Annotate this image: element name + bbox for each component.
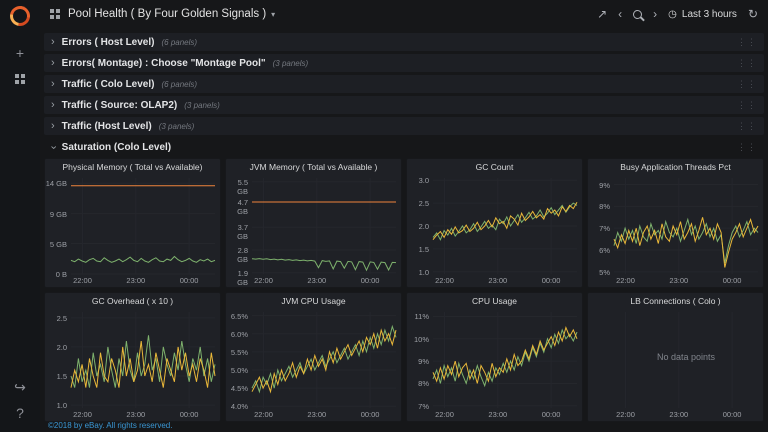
panel-busy-threads: Busy Application Threads Pct 9%8%7%6%5%2… [587,158,764,288]
panel-title[interactable]: JVM Memory ( Total vs Available ) [226,159,401,174]
time-range-picker[interactable]: ◷ Last 3 hours [668,9,737,20]
busy-threads-chart[interactable]: 9%8%7%6%5%22:0023:0000:00 [588,174,763,287]
row-title: Errors ( Host Level) [62,37,155,48]
jvm-cpu-usage-chart[interactable]: 6.5%6.0%5.5%5.0%4.5%4.0%22:0023:0000:00 [226,308,401,421]
panel-title[interactable]: CPU Usage [407,293,582,308]
row-title: Traffic ( Colo Level) [62,79,155,90]
panel-title[interactable]: Busy Application Threads Pct [588,159,763,174]
jvm-memory-chart[interactable]: 5.5 GB4.7 GB3.7 GB2.8 GB1.9 GB22:0023:00… [226,174,401,287]
chevron-right-icon: › [51,58,55,69]
row-title: Errors( Montage) : Choose "Montage Pool" [62,58,266,69]
panel-grid: Physical Memory ( Total vs Available) 14… [44,158,764,422]
share-icon[interactable]: ↗ [597,8,607,20]
search-icon[interactable] [633,10,642,19]
nav-actions: ↗ ‹ › ◷ Last 3 hours ↻ [597,8,758,20]
row-saturation-colo-level[interactable]: › Saturation (Colo Level) ⋮⋮ [44,138,764,156]
copyright-link[interactable]: ©2018 by eBay. All rights reserved. [48,421,172,430]
gc-count-chart[interactable]: 3.02.52.01.51.022:0023:0000:00 [407,174,582,287]
time-range-label: Last 3 hours [682,9,737,20]
row-traffic-source-olap2[interactable]: › Traffic ( Source: OLAP2) (3 panels) ⋮⋮ [44,96,764,114]
panel-title[interactable]: GC Overhead ( x 10 ) [45,293,220,308]
row-errors-host-level[interactable]: › Errors ( Host Level) (6 panels) ⋮⋮ [44,33,764,51]
panel-jvm-cpu-usage: JVM CPU Usage 6.5%6.0%5.5%5.0%4.5%4.0%22… [225,292,402,422]
chevron-down-icon: › [47,145,58,149]
chevron-left-icon[interactable]: ‹ [618,8,622,20]
panel-cpu-usage: CPU Usage 11%10%9%8%7%22:0023:0000:00 [406,292,583,422]
chevron-right-icon[interactable]: › [653,8,657,20]
row-errors-montage[interactable]: › Errors( Montage) : Choose "Montage Poo… [44,54,764,72]
row-panel-count: (3 panels) [184,101,220,110]
chevron-right-icon: › [51,79,55,90]
create-plus-icon[interactable]: + [0,40,40,66]
clock-icon: ◷ [668,9,677,20]
panel-title[interactable]: GC Count [407,159,582,174]
panel-gc-overhead: GC Overhead ( x 10 ) 2.52.01.51.022:0023… [44,292,221,422]
sign-in-icon[interactable]: ↪ [0,374,40,400]
help-icon[interactable]: ? [0,400,40,426]
row-panel-count: (3 panels) [273,59,309,68]
row-title: Saturation (Colo Level) [62,142,171,153]
row-title: Traffic (Host Level) [62,121,152,132]
chevron-right-icon: › [51,121,55,132]
physical-memory-chart[interactable]: 14 GB9 GB5 GB0 B22:0023:0000:00 [45,174,220,287]
dashboard-title[interactable]: Pool Health ( By Four Golden Signals ) [68,8,266,20]
drag-handle-icon[interactable]: ⋮⋮ [737,79,757,90]
dashboards-grid-icon [15,74,25,84]
chevron-right-icon: › [51,37,55,48]
panel-title[interactable]: LB Connections ( Colo ) [588,293,763,308]
panel-title[interactable]: Physical Memory ( Total vs Available) [45,159,220,174]
panel-gc-count: GC Count 3.02.52.01.51.022:0023:0000:00 [406,158,583,288]
grafana-logo-icon[interactable] [6,2,34,30]
row-panel-count: (6 panels) [161,38,197,47]
top-nav: Pool Health ( By Four Golden Signals ) ▾… [40,0,768,28]
lb-connections-chart[interactable]: 22:0023:0000:00No data points [588,308,763,421]
gc-overhead-chart[interactable]: 2.52.01.51.022:0023:0000:00 [45,308,220,421]
dashboard-rows: › Errors ( Host Level) (6 panels) ⋮⋮ › E… [44,33,764,159]
panel-jvm-memory: JVM Memory ( Total vs Available ) 5.5 GB… [225,158,402,288]
panel-lb-connections: LB Connections ( Colo ) 22:0023:0000:00N… [587,292,764,422]
drag-handle-icon[interactable]: ⋮⋮ [737,142,757,153]
sidebar-bottom: ↪ ? [0,374,40,426]
cpu-usage-chart[interactable]: 11%10%9%8%7%22:0023:0000:00 [407,308,582,421]
sidebar: + ↪ ? [0,0,40,432]
drag-handle-icon[interactable]: ⋮⋮ [737,121,757,132]
panel-physical-memory: Physical Memory ( Total vs Available) 14… [44,158,221,288]
row-traffic-colo-level[interactable]: › Traffic ( Colo Level) (6 panels) ⋮⋮ [44,75,764,93]
drag-handle-icon[interactable]: ⋮⋮ [737,37,757,48]
row-traffic-host-level[interactable]: › Traffic (Host Level) (3 panels) ⋮⋮ [44,117,764,135]
caret-down-icon[interactable]: ▾ [271,10,275,19]
row-title: Traffic ( Source: OLAP2) [62,100,178,111]
row-panel-count: (6 panels) [161,80,197,89]
chevron-right-icon: › [51,100,55,111]
refresh-icon[interactable]: ↻ [748,8,758,20]
dashboards-icon[interactable] [0,66,40,92]
dashboard-icon [50,9,60,19]
drag-handle-icon[interactable]: ⋮⋮ [737,58,757,69]
panel-title[interactable]: JVM CPU Usage [226,293,401,308]
row-panel-count: (3 panels) [159,122,195,131]
drag-handle-icon[interactable]: ⋮⋮ [737,100,757,111]
